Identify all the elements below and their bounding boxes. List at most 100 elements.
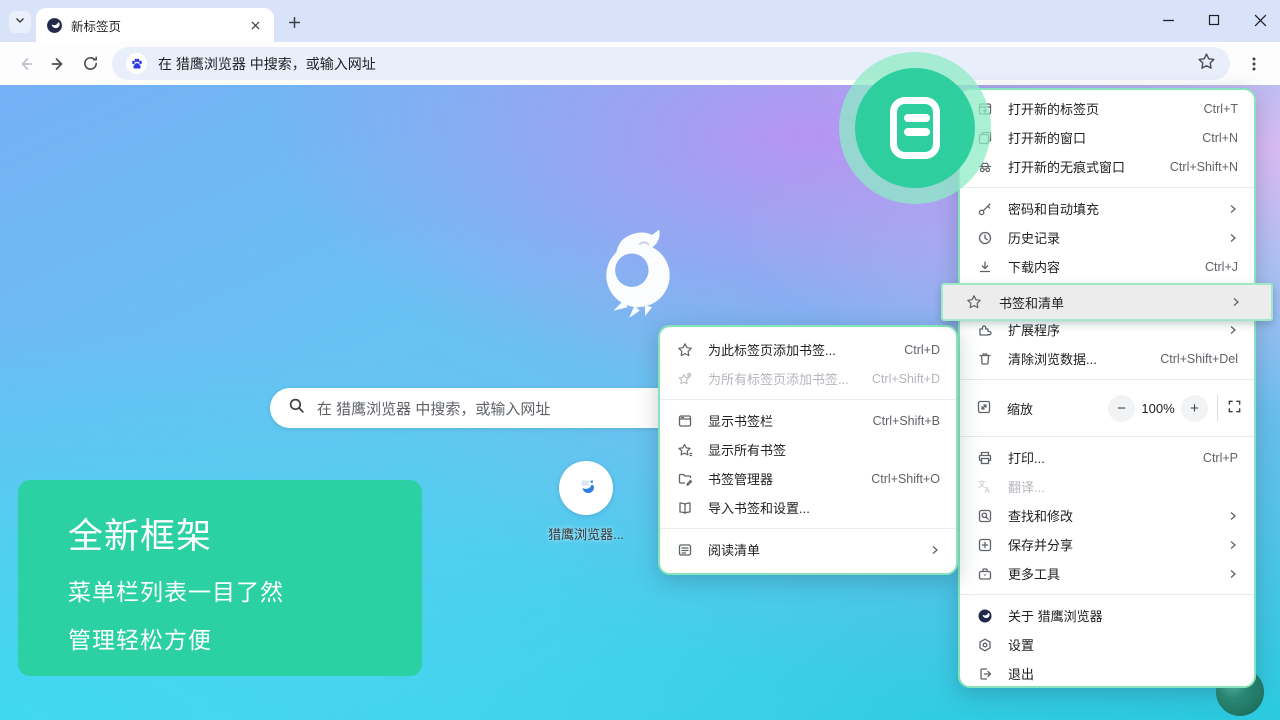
submenu-item-import-bookmarks[interactable]: 导入书签和设置... bbox=[660, 493, 956, 522]
submenu-item-bookmark-this-tab[interactable]: 为此标签页添加书签... Ctrl+D bbox=[660, 335, 956, 364]
submenu-chevron-icon bbox=[1228, 569, 1238, 579]
menu-item-label: 显示书签栏 bbox=[708, 411, 873, 430]
menu-item-label: 导入书签和设置... bbox=[708, 498, 940, 517]
promo-line-1: 菜单栏列表一目了然 bbox=[68, 573, 422, 607]
submenu-chevron-icon bbox=[1231, 297, 1241, 307]
menu-separator bbox=[960, 379, 1254, 380]
reload-button[interactable] bbox=[74, 48, 106, 80]
bookmark-star-icon[interactable] bbox=[1197, 52, 1216, 76]
menu-item-label: 书签和清单 bbox=[999, 293, 1231, 312]
translate-icon: 文A bbox=[976, 478, 993, 495]
menu-item-label: 保存并分享 bbox=[1008, 535, 1228, 554]
back-button[interactable] bbox=[10, 48, 42, 80]
menu-item-label: 打开新的窗口 bbox=[1008, 128, 1202, 147]
menu-item-exit[interactable]: 退出 bbox=[960, 659, 1254, 688]
menu-item-save-share[interactable]: 保存并分享 bbox=[960, 530, 1254, 559]
falcon-logo bbox=[594, 224, 682, 325]
menu-item-incognito[interactable]: 打开新的无痕式窗口 Ctrl+Shift+N bbox=[960, 152, 1254, 181]
menu-item-history[interactable]: 历史记录 bbox=[960, 223, 1254, 252]
print-icon bbox=[976, 449, 993, 466]
menu-item-clear-data[interactable]: 清除浏览数据... Ctrl+Shift+Del bbox=[960, 344, 1254, 373]
address-text: 在 猎鹰浏览器 中搜索，或输入网址 bbox=[158, 54, 376, 74]
chevron-down-icon bbox=[14, 13, 26, 31]
shortcut-tile[interactable]: 猎鹰浏览器... bbox=[526, 461, 646, 543]
window-close-button[interactable] bbox=[1240, 6, 1280, 34]
menu-separator bbox=[960, 436, 1254, 437]
menu-item-find-edit[interactable]: 查找和修改 bbox=[960, 501, 1254, 530]
tab-title: 新标签页 bbox=[71, 16, 247, 35]
divider bbox=[1217, 395, 1218, 421]
menu-item-shortcut: Ctrl+N bbox=[1202, 131, 1238, 145]
forward-button[interactable] bbox=[42, 48, 74, 80]
search-placeholder: 在 猎鹰浏览器 中搜索，或输入网址 bbox=[317, 398, 550, 419]
star-icon bbox=[965, 294, 982, 311]
download-icon bbox=[976, 258, 993, 275]
settings-icon bbox=[976, 636, 993, 653]
menu-item-label: 打开新的标签页 bbox=[1008, 99, 1204, 118]
bookmark-manager-icon bbox=[676, 470, 693, 487]
submenu-item-show-bookmarks-bar[interactable]: 显示书签栏 Ctrl+Shift+B bbox=[660, 406, 956, 435]
menu-item-shortcut: Ctrl+Shift+Del bbox=[1160, 352, 1238, 366]
save-share-icon bbox=[976, 536, 993, 553]
zoom-in-button[interactable]: + bbox=[1181, 395, 1208, 422]
menu-item-shortcut: Ctrl+J bbox=[1205, 260, 1238, 274]
menu-item-more-tools[interactable]: 更多工具 bbox=[960, 559, 1254, 588]
menu-item-label: 书签管理器 bbox=[708, 469, 871, 488]
menu-item-bookmarks[interactable]: 书签和清单 bbox=[941, 283, 1273, 321]
menu-item-label: 打开新的无痕式窗口 bbox=[1008, 157, 1170, 176]
svg-text:A: A bbox=[984, 486, 990, 495]
trash-icon bbox=[976, 350, 993, 367]
menu-item-label: 翻译... bbox=[1008, 477, 1238, 496]
browser-menu-button[interactable] bbox=[1238, 48, 1270, 80]
menu-item-label: 清除浏览数据... bbox=[1008, 349, 1160, 368]
shortcut-label: 猎鹰浏览器... bbox=[526, 524, 646, 543]
menu-item-label: 更多工具 bbox=[1008, 564, 1228, 583]
menu-item-about[interactable]: 关于 猎鹰浏览器 bbox=[960, 601, 1254, 630]
menu-item-label: 阅读清单 bbox=[708, 540, 930, 559]
history-icon bbox=[976, 229, 993, 246]
badge-core bbox=[855, 68, 975, 188]
active-tab[interactable]: 新标签页 bbox=[36, 8, 274, 42]
star-icon bbox=[676, 341, 693, 358]
window-maximize-button[interactable] bbox=[1194, 6, 1234, 34]
fullscreen-icon[interactable] bbox=[1227, 399, 1242, 417]
address-bar[interactable]: 在 猎鹰浏览器 中搜索，或输入网址 bbox=[112, 47, 1230, 80]
zoom-icon bbox=[976, 399, 992, 418]
menu-item-label: 为所有标签页添加书签... bbox=[708, 369, 872, 388]
submenu-item-show-all-bookmarks[interactable]: 显示所有书签 bbox=[660, 435, 956, 464]
zoom-out-button[interactable]: − bbox=[1108, 395, 1135, 422]
menu-item-shortcut: Ctrl+Shift+D bbox=[872, 372, 940, 386]
menu-item-passwords[interactable]: 密码和自动填充 bbox=[960, 194, 1254, 223]
tab-search-button[interactable] bbox=[9, 11, 31, 33]
menu-item-print[interactable]: 打印... Ctrl+P bbox=[960, 443, 1254, 472]
menu-item-label: 为此标签页添加书签... bbox=[708, 340, 904, 359]
menu-item-label: 关于 猎鹰浏览器 bbox=[1008, 606, 1238, 625]
menu-item-shortcut: Ctrl+D bbox=[904, 343, 940, 357]
submenu-item-reading-list[interactable]: 阅读清单 bbox=[660, 535, 956, 564]
submenu-item-bookmark-all-tabs: 为所有标签页添加书签... Ctrl+Shift+D bbox=[660, 364, 956, 393]
menu-item-downloads[interactable]: 下载内容 Ctrl+J bbox=[960, 252, 1254, 281]
submenu-chevron-icon bbox=[930, 545, 940, 555]
baidu-icon bbox=[126, 53, 147, 74]
new-tab-button[interactable] bbox=[283, 11, 305, 33]
browser-logo-icon bbox=[976, 607, 993, 624]
more-tools-icon bbox=[976, 565, 993, 582]
submenu-item-bookmark-manager[interactable]: 书签管理器 Ctrl+Shift+O bbox=[660, 464, 956, 493]
zoom-label: 缩放 bbox=[1007, 399, 1108, 418]
submenu-chevron-icon bbox=[1228, 540, 1238, 550]
promo-title: 全新框架 bbox=[68, 508, 422, 559]
menu-separator bbox=[660, 528, 956, 529]
menu-item-label: 设置 bbox=[1008, 635, 1238, 654]
tab-close-button[interactable] bbox=[247, 17, 264, 34]
exit-icon bbox=[976, 665, 993, 682]
menu-item-label: 打印... bbox=[1008, 448, 1203, 467]
menu-item-new-window[interactable]: 打开新的窗口 Ctrl+N bbox=[960, 123, 1254, 152]
menu-separator bbox=[960, 187, 1254, 188]
window-minimize-button[interactable] bbox=[1148, 6, 1188, 34]
menu-item-settings[interactable]: 设置 bbox=[960, 630, 1254, 659]
menu-item-new-tab[interactable]: 打开新的标签页 Ctrl+T bbox=[960, 94, 1254, 123]
submenu-chevron-icon bbox=[1228, 325, 1238, 335]
browser-menu: 打开新的标签页 Ctrl+T 打开新的窗口 Ctrl+N 打开新的无痕式窗口 C… bbox=[958, 88, 1256, 688]
promo-card: 全新框架 菜单栏列表一目了然 管理轻松方便 bbox=[18, 480, 422, 676]
menu-item-shortcut: Ctrl+T bbox=[1204, 102, 1238, 116]
